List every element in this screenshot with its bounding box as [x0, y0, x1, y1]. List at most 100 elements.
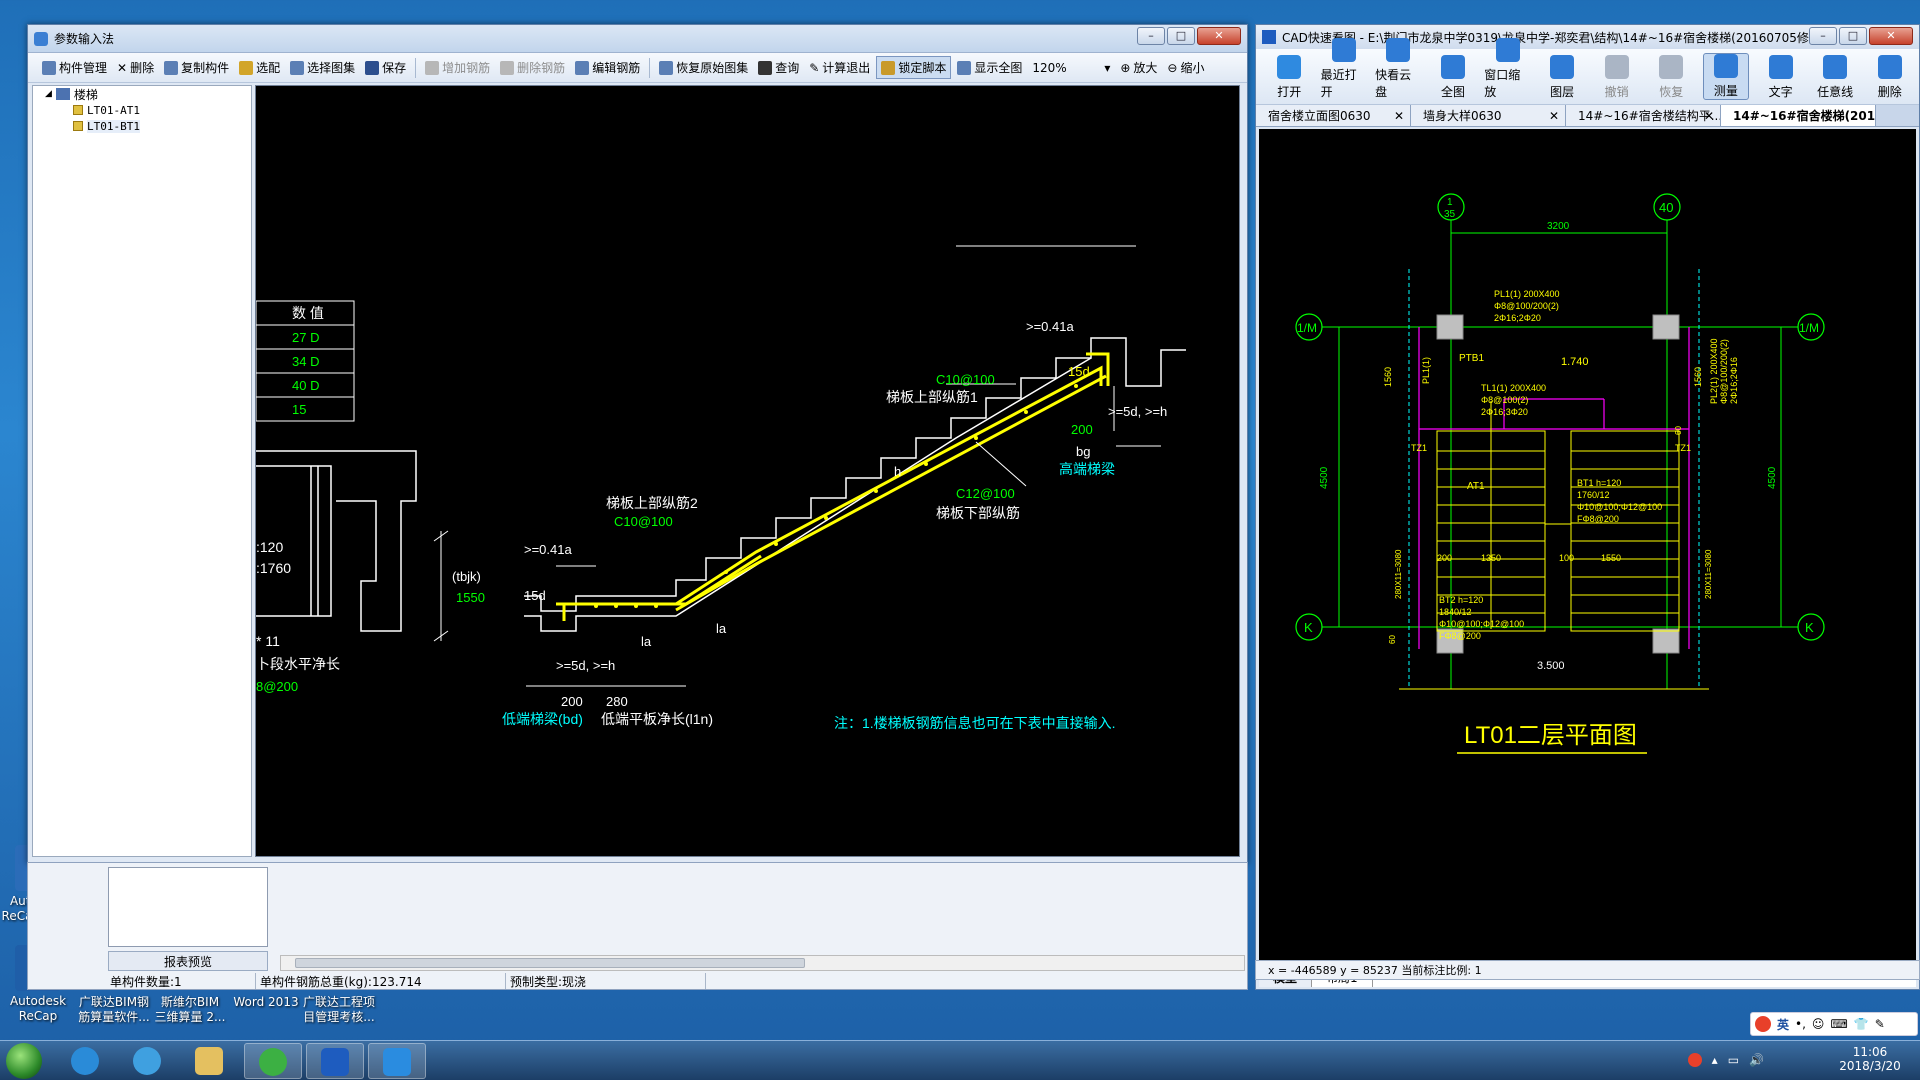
desktop-icon-glodon-pm[interactable]: 广联达工程项 目管理考核... [296, 995, 382, 1025]
axis-label: 1/M [1799, 321, 1819, 335]
doc-tab-active[interactable]: 14#~16#宿舍楼梯(201- [1721, 105, 1876, 126]
clock-date[interactable]: 2018/3/20 [1830, 1059, 1910, 1073]
flight-label: Φ10@100;Φ12@100 [1439, 619, 1524, 629]
zoom-window-icon [1495, 38, 1520, 62]
erase-button[interactable]: 删除 [1866, 55, 1913, 100]
keyboard-icon[interactable]: ⌨ [1830, 1017, 1847, 1031]
calc-exit-button[interactable]: ✎ 计算退出 [805, 57, 874, 78]
text-button[interactable]: 文字 [1757, 55, 1804, 100]
taskbar-app-ie[interactable] [118, 1043, 176, 1079]
lock-icon [881, 60, 896, 75]
component-icon [73, 121, 83, 131]
report-preview-box[interactable] [108, 867, 268, 947]
ime-mode[interactable]: 英 [1777, 1016, 1789, 1033]
beam-label: PL1(1) [1421, 357, 1431, 384]
add-rebar-button[interactable]: 增加钢筋 [421, 57, 494, 78]
sogou-tray-icon[interactable] [1687, 1053, 1702, 1067]
window-titlebar[interactable]: 参数输入法 – □ ✕ [28, 25, 1247, 53]
redo-button[interactable]: 恢复 [1648, 55, 1695, 100]
expand-icon[interactable]: ◢ [45, 89, 52, 99]
tree-item[interactable]: LT01-AT1 [33, 102, 251, 118]
zoom-in-button[interactable]: ⊕ 放大 [1116, 57, 1161, 78]
maximize-button[interactable]: □ [1167, 27, 1195, 45]
cad-icon [321, 1048, 349, 1076]
stair-rebar-drawing[interactable]: 数 值 27 D 34 D 40 D 15 :120 :1760 * 11 卜段… [255, 85, 1240, 857]
taskbar: ▴ ▭ 🔊 11:06 2018/3/20 [0, 1040, 1920, 1080]
copy-component-button[interactable]: 复制构件 [160, 57, 233, 78]
taskbar-app-glodon[interactable] [56, 1043, 114, 1079]
ime-toolbar[interactable]: 英 •, ☺ ⌨ 👕 ✎ [1750, 1012, 1918, 1036]
table-header: 数 值 [292, 305, 324, 321]
taskbar-app-param[interactable] [368, 1043, 426, 1079]
layers-button[interactable]: 图层 [1539, 55, 1586, 100]
save-button[interactable]: 保存 [361, 57, 410, 78]
component-manage-button[interactable]: 构件管理 [38, 57, 111, 78]
volume-icon[interactable]: 🔊 [1749, 1053, 1764, 1067]
beam-label: 2Φ16;3Φ20 [1481, 407, 1528, 417]
close-tab-icon[interactable]: ✕ [1704, 105, 1714, 126]
horizontal-scrollbar[interactable] [280, 955, 1245, 971]
axis-label: 35 [1444, 209, 1456, 220]
tray-expand-icon[interactable]: ▴ [1712, 1053, 1718, 1067]
delete-button[interactable]: ✕ 删除 [113, 57, 158, 78]
zoom-in-icon: ⊕ [1120, 60, 1131, 75]
minimize-button[interactable]: – [1809, 27, 1837, 45]
anchor-left-label: >=0.41a [524, 542, 572, 557]
tbjk-value: 1550 [456, 590, 485, 605]
desktop-icon-glodon-bim[interactable]: 广联达BIM钢 筋算量软件... [74, 995, 154, 1025]
recent-button[interactable]: 最近打开 [1321, 38, 1368, 100]
tools-icon[interactable]: ✎ [1875, 1017, 1885, 1031]
cloud-icon [1386, 38, 1411, 62]
taskbar-app-cad[interactable] [306, 1043, 364, 1079]
zoom-select[interactable]: 120% ▾ [1028, 59, 1114, 77]
cad-plan-drawing[interactable]: 1 35 40 1/M 1/M K K 3200 4500 4500 PL1(1… [1259, 129, 1916, 969]
full-view-button[interactable]: 全图 [1430, 55, 1477, 100]
doc-tab[interactable]: 14#~16#宿舍楼结构平... ✕ [1566, 105, 1721, 126]
close-button[interactable]: ✕ [1869, 27, 1913, 45]
network-icon[interactable]: ▭ [1728, 1053, 1739, 1067]
toolbar-divider [649, 57, 651, 78]
edit-rebar-button[interactable]: 编辑钢筋 [571, 57, 644, 78]
minimize-button[interactable]: – [1137, 27, 1165, 45]
start-button[interactable] [6, 1043, 42, 1079]
tree-root[interactable]: ◢ 楼梯 [33, 86, 251, 102]
close-tab-icon[interactable]: ✕ [1549, 105, 1559, 126]
restore-atlas-button[interactable]: 恢复原始图集 [655, 57, 752, 78]
cloud-disk-button[interactable]: 快看云盘 [1375, 38, 1422, 100]
tree-item[interactable]: LT01-BT1 [33, 118, 251, 134]
desktop-icon-thsware[interactable]: 斯维尔BIM 三维算量 2... [150, 995, 230, 1025]
zoom-out-button[interactable]: ⊖ 缩小 [1163, 57, 1208, 78]
desktop-icon-label: 广联达工程项 [302, 995, 375, 1009]
low-slab-label: 低端平板净长(l1n) [601, 711, 713, 727]
close-button[interactable]: ✕ [1197, 27, 1241, 45]
lock-script-button[interactable]: 锁定脚本 [876, 56, 952, 79]
atlas-icon [290, 60, 305, 75]
taskbar-app-green[interactable] [244, 1043, 302, 1079]
clock-icon [1331, 38, 1356, 62]
left-note: :120 [256, 539, 283, 555]
close-tab-icon[interactable]: ✕ [1394, 105, 1404, 126]
skin-icon[interactable]: 👕 [1854, 1017, 1869, 1031]
report-preview-tab[interactable]: 报表预览 [108, 951, 268, 971]
select-atlas-button[interactable]: 选择图集 [286, 57, 359, 78]
delete-rebar-button[interactable]: 删除钢筋 [496, 57, 569, 78]
measure-button[interactable]: 测量 [1702, 53, 1750, 100]
desktop-icon-word[interactable]: Word 2013 [228, 995, 304, 1010]
open-button[interactable]: 打开 [1266, 55, 1313, 100]
maximize-button[interactable]: □ [1839, 27, 1867, 45]
doc-tab[interactable]: 墙身大样0630 ✕ [1411, 105, 1566, 126]
scrollbar-thumb[interactable] [295, 958, 805, 968]
la-label: la [641, 634, 652, 649]
select-config-button[interactable]: 选配 [235, 57, 284, 78]
window-zoom-button[interactable]: 窗口缩放 [1484, 38, 1531, 100]
freeline-button[interactable]: 任意线 [1812, 55, 1859, 100]
undo-button[interactable]: 撤销 [1593, 55, 1640, 100]
punctuation-icon[interactable]: •, [1795, 1017, 1806, 1031]
show-all-button[interactable]: 显示全图 [953, 57, 1026, 78]
taskbar-app-explorer[interactable] [180, 1043, 238, 1079]
component-tree: ◢ 楼梯 LT01-AT1 LT01-BT1 [32, 85, 252, 857]
clock-time[interactable]: 11:06 [1830, 1045, 1910, 1059]
query-button[interactable]: 查询 [754, 57, 803, 78]
emoji-icon[interactable]: ☺ [1812, 1017, 1825, 1031]
doc-tab[interactable]: 宿舍楼立面图0630 ✕ [1256, 105, 1411, 126]
